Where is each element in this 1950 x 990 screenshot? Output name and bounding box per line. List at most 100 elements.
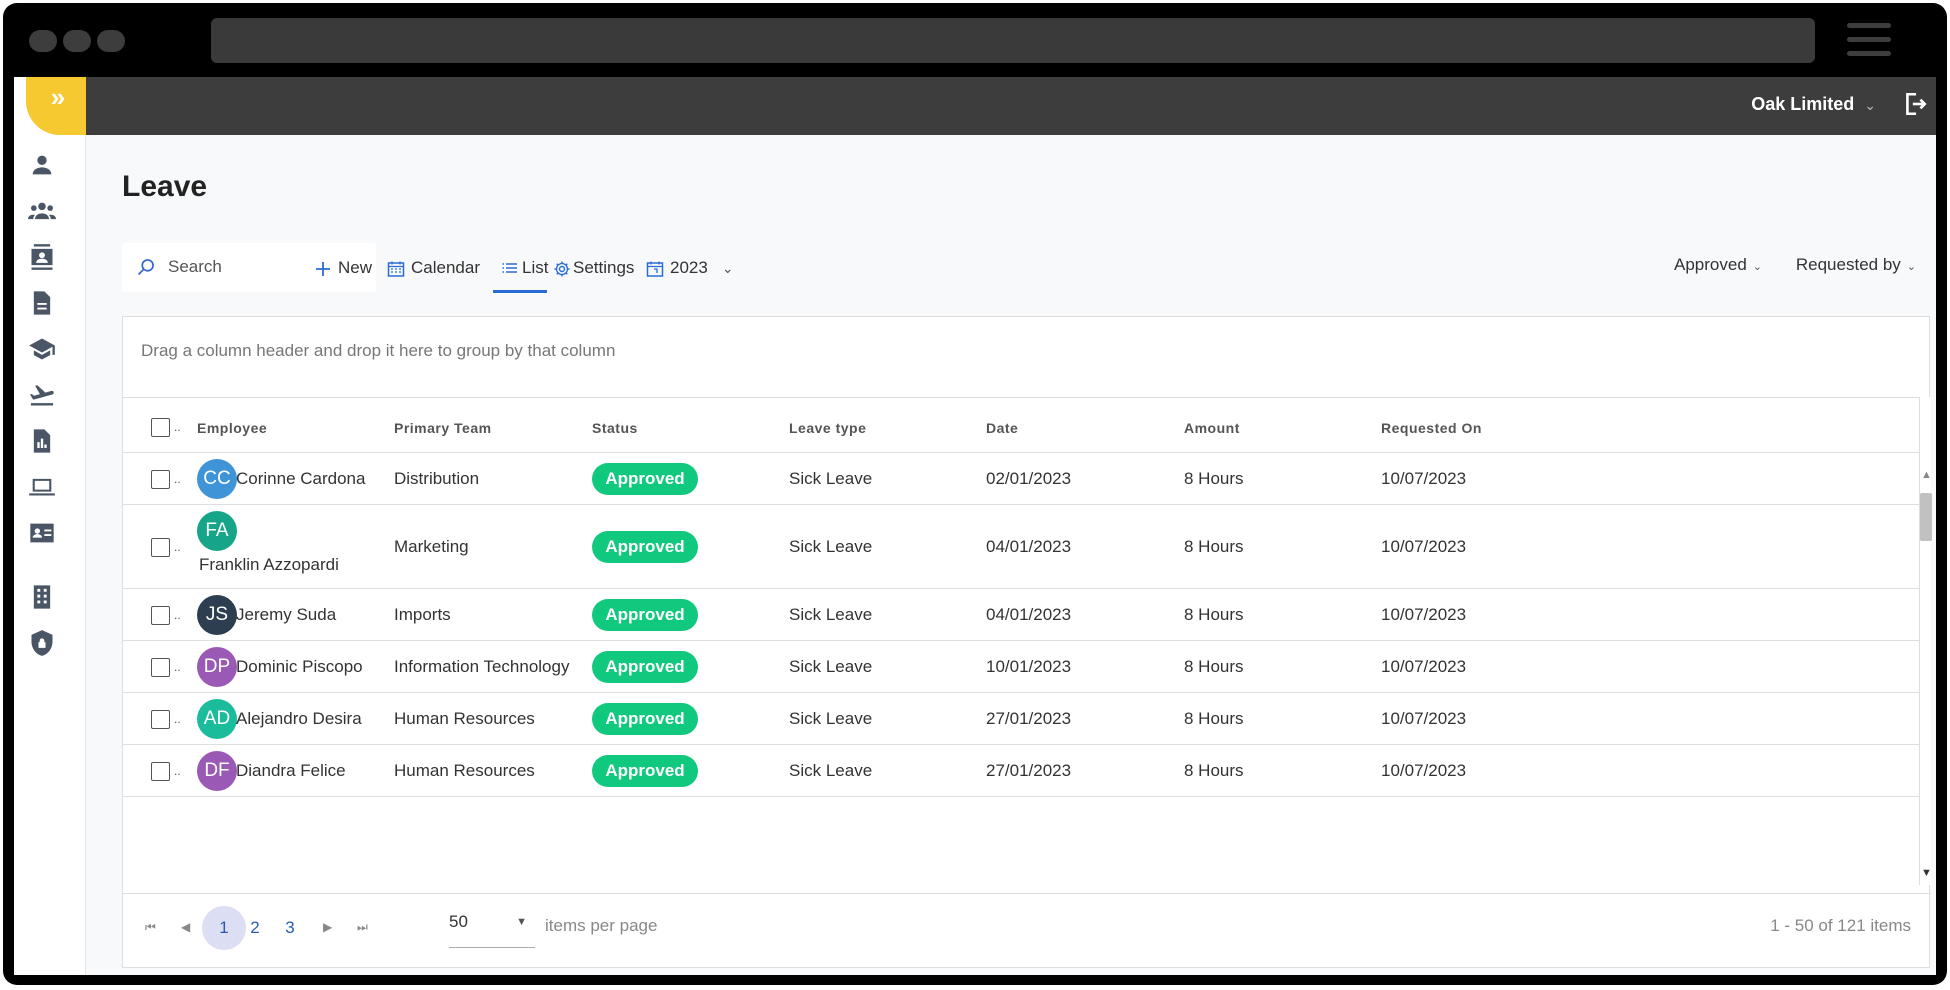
row-checkbox[interactable] [151, 538, 170, 557]
sidebar: » [14, 77, 86, 975]
security-icon[interactable] [28, 629, 56, 657]
select-all-checkbox[interactable] [151, 418, 170, 437]
search-icon [137, 259, 154, 276]
travel-icon[interactable] [28, 381, 56, 409]
browser-menu-icon[interactable] [1847, 23, 1891, 59]
leave-date: 10/01/2023 [986, 657, 1072, 676]
scroll-up-icon[interactable]: ▲ [1921, 469, 1932, 481]
checkbox-column-ellipsis: .. [174, 764, 181, 778]
pager-range: 1 - 50 of 121 items [1770, 916, 1911, 935]
row-checkbox[interactable] [151, 762, 170, 781]
tab-list[interactable]: List [493, 253, 548, 293]
checkbox-column-ellipsis: .. [174, 660, 181, 674]
leave-date: 04/01/2023 [986, 537, 1072, 556]
leave-amount: 8 Hours [1184, 657, 1244, 676]
row-checkbox[interactable] [151, 658, 170, 677]
column-header-employee[interactable]: Employee [197, 420, 267, 436]
previous-page-icon[interactable]: ◀ [181, 920, 190, 934]
avatar: FA [197, 511, 237, 551]
window-close-dot[interactable] [29, 30, 57, 52]
leave-type: Sick Leave [789, 657, 873, 676]
laptop-icon[interactable] [28, 473, 56, 501]
requested-on: 10/07/2023 [1381, 761, 1467, 780]
leave-amount: 8 Hours [1184, 761, 1244, 780]
row-checkbox[interactable] [151, 710, 170, 729]
window-minimize-dot[interactable] [63, 30, 91, 52]
employee-name: Jeremy Suda [236, 605, 337, 624]
person-icon[interactable] [28, 151, 56, 179]
checkbox-column-ellipsis: .. [174, 420, 181, 434]
leave-date: 27/01/2023 [986, 709, 1072, 728]
column-header-primary-team[interactable]: Primary Team [394, 420, 492, 436]
building-icon[interactable] [28, 583, 56, 611]
scroll-down-icon[interactable]: ▼ [1921, 867, 1932, 879]
settings-button[interactable]: Settings [553, 253, 634, 283]
column-header-requested-on[interactable]: Requested On [1381, 420, 1482, 436]
pager: ⏮ ◀ 1 2 3 ▶ ⏭ 50 ▼ items per page 1 - 50… [123, 893, 1931, 967]
settings-label: Settings [573, 258, 635, 277]
new-button[interactable]: New [314, 253, 372, 283]
plus-icon [314, 260, 332, 278]
team-icon[interactable] [28, 197, 56, 225]
year-selector[interactable]: 2023 ⌄ [646, 253, 734, 283]
table-row[interactable]: .. FA Franklin Azzopardi Marketing Appro… [123, 505, 1919, 589]
report-icon[interactable] [28, 427, 56, 455]
directory-icon[interactable] [28, 243, 56, 271]
last-page-icon[interactable]: ⏭ [357, 920, 368, 935]
avatar: CC [197, 459, 237, 499]
group-panel-hint[interactable]: Drag a column header and drop it here to… [141, 341, 615, 361]
table-row[interactable]: .. JS Jeremy Suda Imports Approved Sick … [123, 589, 1919, 641]
id-card-icon[interactable] [28, 519, 56, 547]
table-row[interactable]: .. DP Dominic Piscopo Information Techno… [123, 641, 1919, 693]
new-label: New [338, 258, 373, 277]
column-header-amount[interactable]: Amount [1184, 420, 1240, 436]
leave-grid: Drag a column header and drop it here to… [122, 316, 1932, 968]
sidebar-toggle-button[interactable]: » [26, 77, 86, 135]
leave-amount: 8 Hours [1184, 709, 1244, 728]
page-3-button[interactable]: 3 [268, 906, 312, 950]
year-label: 2023 [670, 258, 708, 277]
logout-icon[interactable] [1902, 91, 1928, 117]
status-filter-label: Approved [1674, 255, 1747, 274]
leave-date: 27/01/2023 [986, 761, 1072, 780]
requested-by-filter-label: Requested by [1795, 255, 1901, 274]
primary-team: Distribution [394, 469, 480, 488]
table-row[interactable]: .. CC Corinne Cardona Distribution Appro… [123, 453, 1919, 505]
chevron-down-icon: ⌄ [721, 260, 734, 276]
status-filter[interactable]: Approved ⌄ [1674, 255, 1762, 275]
scrollbar-thumb[interactable] [1920, 493, 1932, 541]
avatar: JS [197, 595, 237, 635]
leave-type: Sick Leave [789, 469, 873, 488]
page-size-select[interactable]: 50 ▼ [449, 908, 535, 948]
grid-scrollbar[interactable]: ▲ ▼ [1919, 397, 1932, 885]
address-bar[interactable] [211, 18, 1815, 63]
primary-team: Imports [394, 605, 451, 624]
caret-down-icon: ⌄ [1752, 261, 1762, 273]
document-icon[interactable] [28, 289, 56, 317]
browser-titlebar [3, 3, 1947, 79]
calendar-button[interactable]: Calendar [387, 253, 480, 283]
primary-team: Information Technology [394, 657, 570, 676]
leave-date: 02/01/2023 [986, 469, 1072, 488]
row-checkbox[interactable] [151, 470, 170, 489]
table-row[interactable]: .. DF Diandra Felice Human Resources App… [123, 745, 1919, 797]
status-badge: Approved [592, 651, 698, 683]
requested-by-filter[interactable]: Requested by ⌄ [1796, 255, 1916, 275]
window-maximize-dot[interactable] [97, 30, 125, 52]
first-page-icon[interactable]: ⏮ [145, 920, 156, 935]
caret-down-icon: ▼ [516, 916, 527, 928]
grid-header: .. Employee Primary Team Status Leave ty… [123, 397, 1919, 453]
column-header-leave-type[interactable]: Leave type [789, 420, 866, 436]
training-icon[interactable] [28, 335, 56, 363]
double-chevron-right-icon: » [50, 82, 66, 112]
company-selector[interactable]: Oak Limited ⌄ [1751, 89, 1876, 119]
table-row[interactable]: .. AD Alejandro Desira Human Resources A… [123, 693, 1919, 745]
company-name: Oak Limited [1751, 94, 1855, 114]
next-page-icon[interactable]: ▶ [323, 920, 332, 934]
requested-on: 10/07/2023 [1381, 605, 1467, 624]
items-per-page-label: items per page [545, 916, 658, 935]
column-header-status[interactable]: Status [592, 420, 638, 436]
row-checkbox[interactable] [151, 606, 170, 625]
leave-type: Sick Leave [789, 605, 873, 624]
column-header-date[interactable]: Date [986, 420, 1018, 436]
